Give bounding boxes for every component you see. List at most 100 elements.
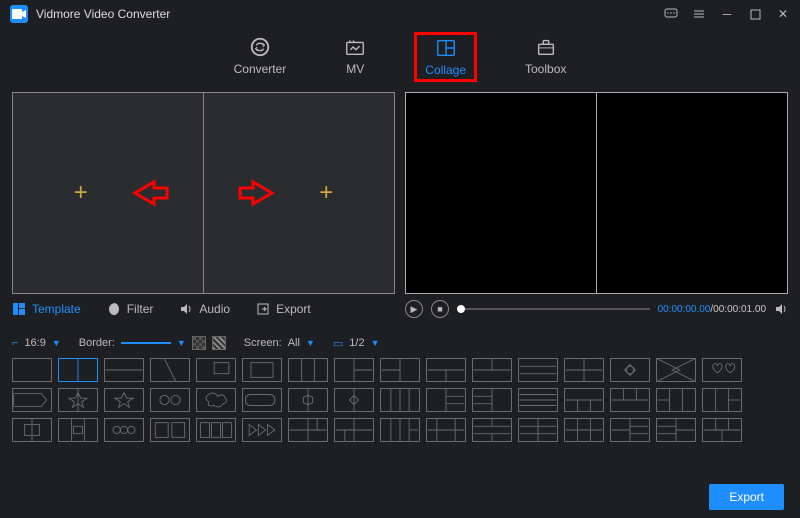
play-button[interactable]: ▶ (405, 300, 423, 318)
template-item[interactable] (288, 388, 328, 412)
canvas-slot-left[interactable]: + (13, 93, 204, 293)
feedback-icon[interactable] (664, 7, 678, 21)
template-item[interactable] (518, 388, 558, 412)
volume-icon[interactable] (774, 302, 788, 316)
editor-panel: + + Template Filter Audio (12, 92, 395, 324)
template-item[interactable] (656, 418, 696, 442)
template-item[interactable] (242, 388, 282, 412)
template-item[interactable] (380, 388, 420, 412)
nav-collage[interactable]: Collage (414, 32, 477, 82)
menu-icon[interactable] (692, 7, 706, 21)
chevron-down-icon: ▼ (306, 338, 315, 348)
template-item[interactable] (472, 358, 512, 382)
template-item[interactable] (12, 388, 52, 412)
close-icon[interactable]: ✕ (776, 7, 790, 21)
template-item[interactable] (242, 418, 282, 442)
template-item[interactable] (702, 418, 742, 442)
template-item[interactable] (518, 358, 558, 382)
tab-label: Filter (127, 302, 154, 316)
template-item[interactable] (702, 388, 742, 412)
tab-audio[interactable]: Audio (179, 302, 230, 316)
template-item[interactable] (58, 388, 98, 412)
template-item[interactable] (702, 358, 742, 382)
template-item[interactable] (564, 418, 604, 442)
filter-icon (107, 302, 121, 316)
nav-mv[interactable]: MV (334, 32, 376, 82)
border-pattern-picker[interactable] (212, 336, 226, 350)
preview-half-right (597, 93, 787, 293)
template-item[interactable] (426, 388, 466, 412)
template-item[interactable] (426, 358, 466, 382)
stop-button[interactable]: ■ (431, 300, 449, 318)
seek-slider[interactable] (457, 308, 650, 310)
nav-label: Collage (425, 63, 466, 77)
converter-icon (249, 36, 271, 58)
add-icon[interactable]: + (319, 179, 333, 207)
template-item[interactable] (656, 358, 696, 382)
template-item[interactable] (12, 358, 52, 382)
ratio-value: 16:9 (24, 337, 45, 349)
template-item[interactable] (150, 358, 190, 382)
template-item[interactable] (380, 358, 420, 382)
tab-label: Audio (199, 302, 230, 316)
window-controls: ─ ✕ (664, 7, 790, 21)
minimize-icon[interactable]: ─ (720, 7, 734, 21)
nav-converter[interactable]: Converter (224, 32, 297, 82)
export-button[interactable]: Export (709, 484, 784, 510)
template-item[interactable] (104, 388, 144, 412)
template-item[interactable] (196, 358, 236, 382)
template-item[interactable] (564, 358, 604, 382)
template-item[interactable] (334, 358, 374, 382)
collage-icon (435, 37, 457, 59)
template-item[interactable] (58, 418, 98, 442)
border-color-picker[interactable] (192, 336, 206, 350)
tab-export[interactable]: Export (256, 302, 311, 316)
maximize-icon[interactable] (748, 7, 762, 21)
tab-filter[interactable]: Filter (107, 302, 154, 316)
add-icon[interactable]: + (74, 179, 88, 207)
ratio-icon: ⌐ (12, 337, 18, 349)
template-icon (12, 302, 26, 316)
template-item[interactable] (334, 418, 374, 442)
chevron-down-icon: ▼ (52, 338, 61, 348)
template-item[interactable] (196, 388, 236, 412)
tab-template[interactable]: Template (12, 302, 81, 316)
template-item[interactable] (472, 418, 512, 442)
template-item[interactable] (288, 418, 328, 442)
template-toolbar: ⌐ 16:9 ▼ Border: ▼ Screen: All ▼ ▭ 1/2 ▼ (0, 330, 800, 358)
border-label: Border: (79, 337, 115, 349)
template-item[interactable] (288, 358, 328, 382)
template-item[interactable] (58, 358, 98, 382)
collage-canvas[interactable]: + + (12, 92, 395, 294)
export-icon (256, 302, 270, 316)
template-item[interactable] (426, 418, 466, 442)
template-item[interactable] (12, 418, 52, 442)
canvas-slot-right[interactable]: + (204, 93, 394, 293)
template-item[interactable] (472, 388, 512, 412)
template-item[interactable] (610, 418, 650, 442)
template-item[interactable] (196, 418, 236, 442)
template-item[interactable] (150, 418, 190, 442)
template-item[interactable] (150, 388, 190, 412)
page-select[interactable]: ▭ 1/2 ▼ (333, 337, 380, 350)
current-time: 00:00:00.00 (658, 304, 711, 315)
aspect-ratio-select[interactable]: ⌐ 16:9 ▼ (12, 337, 61, 349)
template-item[interactable] (104, 418, 144, 442)
template-item[interactable] (564, 388, 604, 412)
workspace: + + Template Filter Audio (0, 92, 800, 330)
template-grid (0, 358, 800, 442)
template-item[interactable] (656, 388, 696, 412)
template-item[interactable] (518, 418, 558, 442)
border-style-select[interactable] (121, 342, 171, 344)
border-control: Border: ▼ (79, 336, 226, 350)
template-item[interactable] (334, 388, 374, 412)
template-item[interactable] (610, 358, 650, 382)
app-title: Vidmore Video Converter (36, 7, 664, 21)
template-item[interactable] (380, 418, 420, 442)
template-item[interactable] (610, 388, 650, 412)
template-item[interactable] (104, 358, 144, 382)
nav-toolbox[interactable]: Toolbox (515, 32, 576, 82)
screen-select[interactable]: Screen: All ▼ (244, 337, 315, 349)
template-item[interactable] (242, 358, 282, 382)
monitor-icon: ▭ (333, 337, 343, 350)
